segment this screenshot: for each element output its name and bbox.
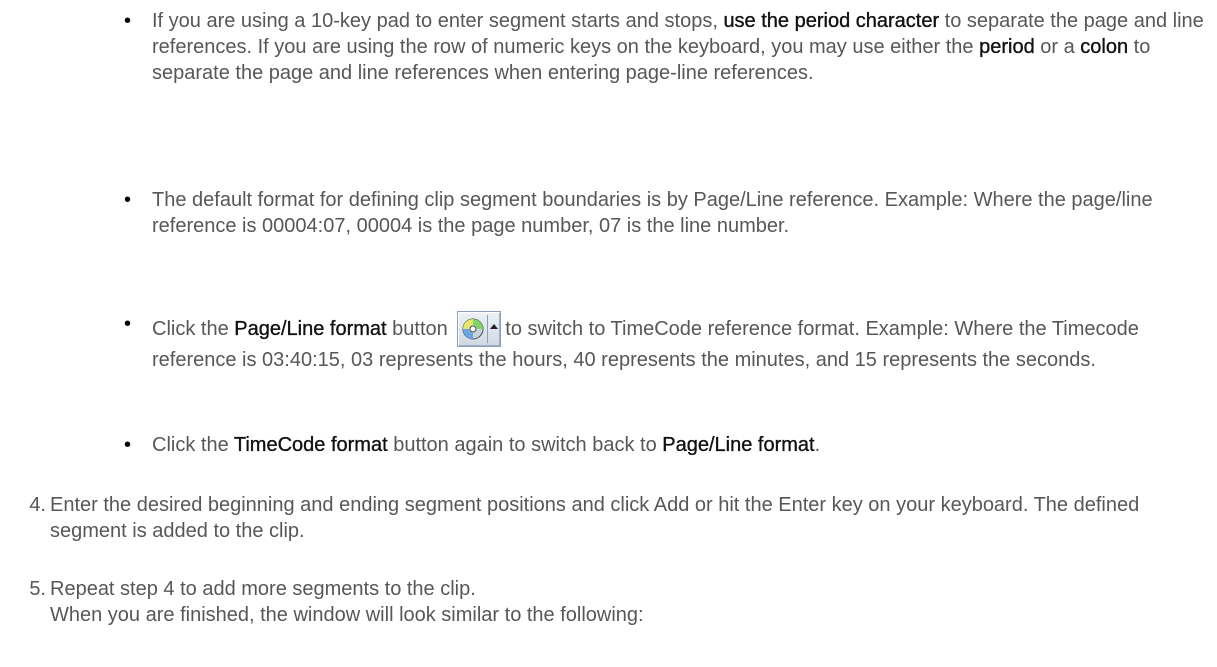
- bullet-text: The default format for defining clip seg…: [152, 189, 1153, 237]
- bullet-marker: •: [124, 189, 132, 211]
- bullet-item-period-character: • If you are using a 10-key pad to enter…: [124, 8, 1204, 86]
- text-segment: If you are using a 10-key pad to enter s…: [152, 10, 724, 32]
- emphasis-period: period: [979, 36, 1035, 58]
- text-segment: .: [814, 434, 821, 456]
- chevron-up-icon: [490, 324, 499, 329]
- text-segment: or a: [1034, 36, 1081, 58]
- step-text: Enter the desired beginning and ending s…: [50, 494, 1140, 542]
- bullet-marker: •: [124, 10, 132, 32]
- step-line: Repeat step 4 to add more segments to th…: [50, 578, 476, 600]
- emphasis-page-line-format: Page/Line format: [234, 318, 387, 340]
- emphasis-use-period-character: use the period character: [723, 10, 940, 32]
- document-page: • If you are using a 10-key pad to enter…: [0, 0, 1217, 667]
- page-line-format-button[interactable]: [457, 311, 502, 347]
- bullet-marker: •: [124, 313, 132, 335]
- cd-disc-icon: [462, 318, 484, 340]
- text-segment: Click the: [152, 434, 234, 456]
- step-line: When you are finished, the window will l…: [50, 604, 644, 626]
- text-segment: button: [386, 318, 454, 340]
- bullet-text: Click the Page/Line format button to swi…: [152, 311, 1204, 373]
- bullet-text: Click the TimeCode format button again t…: [152, 432, 1204, 458]
- bullet-marker: •: [124, 434, 132, 456]
- step-text: Repeat step 4 to add more segments to th…: [50, 576, 1210, 628]
- text-segment: Click the: [152, 318, 235, 340]
- text-segment: button again to switch back to: [387, 434, 663, 456]
- bullet-item-timecode-button: • Click the TimeCode format button again…: [124, 432, 1204, 458]
- bullet-text: If you are using a 10-key pad to enter s…: [152, 8, 1204, 86]
- step-item-4: 4. Enter the desired beginning and endin…: [0, 492, 1210, 544]
- bullet-item-default-format: • The default format for defining clip s…: [124, 187, 1204, 239]
- step-number: 4.: [29, 494, 46, 516]
- step-item-5: 5. Repeat step 4 to add more segments to…: [0, 576, 1210, 628]
- bullet-item-page-line-button: • Click the Page/Line format button to s…: [124, 311, 1204, 373]
- emphasis-page-line-format: Page/Line format: [662, 434, 815, 456]
- button-separator: [487, 315, 489, 343]
- step-number: 5.: [29, 578, 46, 600]
- emphasis-colon: colon: [1080, 36, 1129, 58]
- emphasis-timecode-format: TimeCode format: [233, 434, 388, 456]
